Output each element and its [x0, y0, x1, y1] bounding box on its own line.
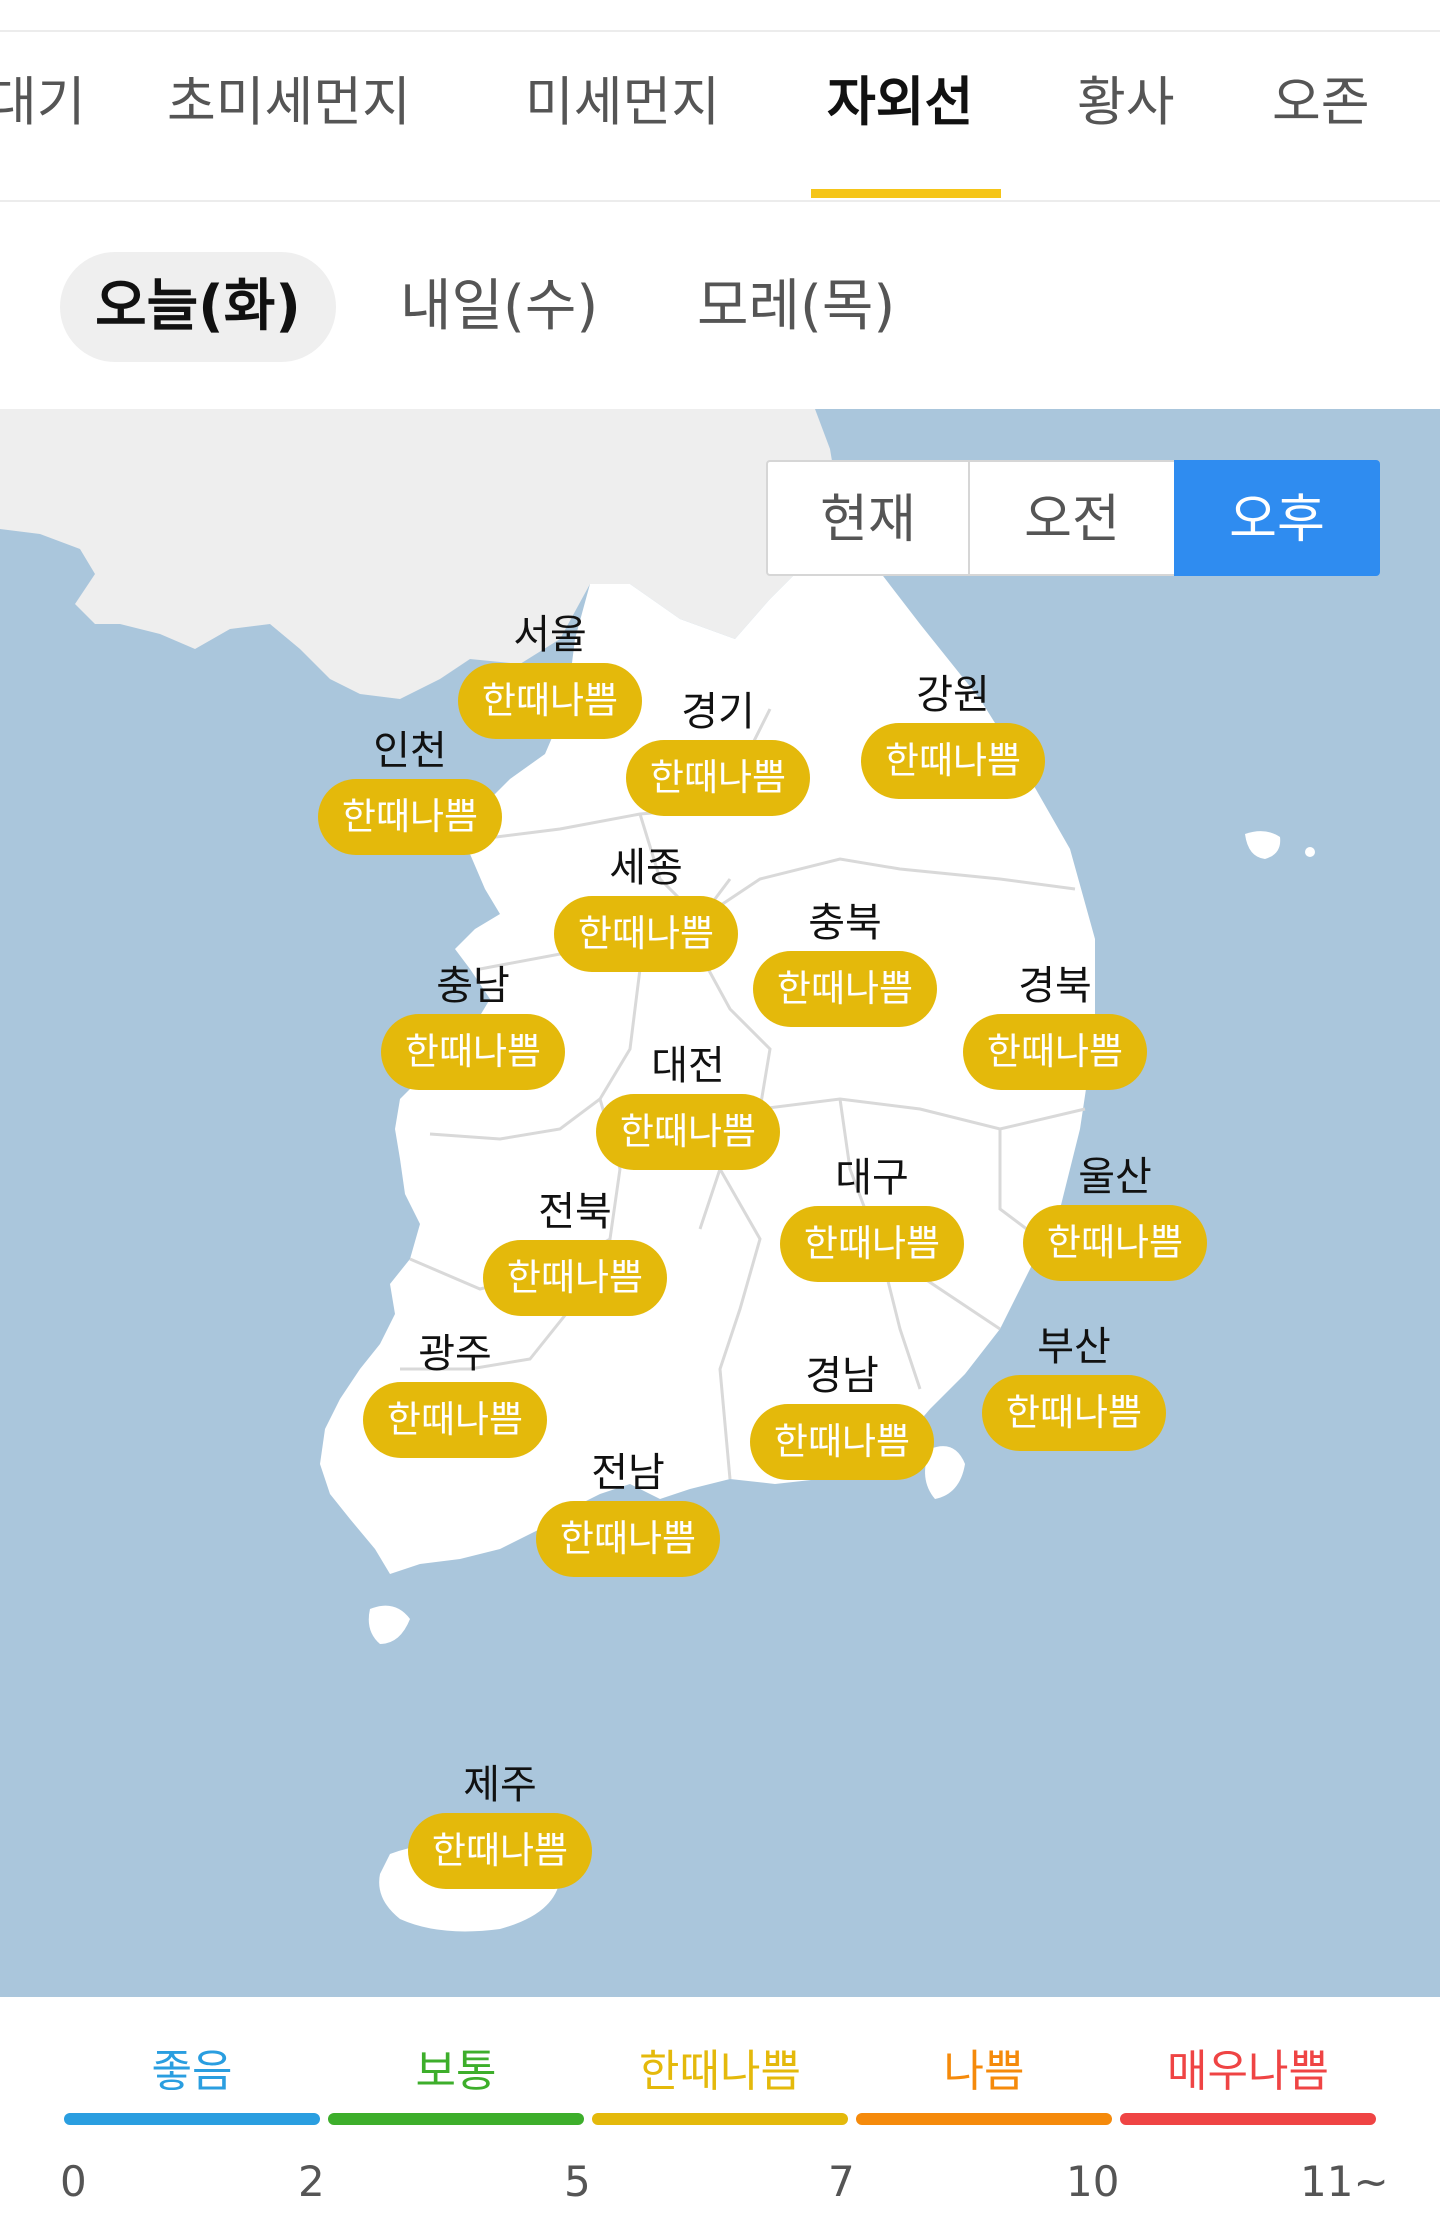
region-name: 대구	[835, 1155, 909, 1201]
region-daejeon[interactable]: 대전 한때나쁨	[596, 1042, 780, 1170]
legend-bar-bad	[856, 2113, 1112, 2125]
legend-bar-good	[64, 2113, 320, 2125]
active-tab-indicator	[811, 189, 1001, 198]
region-name: 경남	[805, 1353, 879, 1399]
region-incheon[interactable]: 인천 한때나쁨	[318, 727, 502, 855]
region-name: 전남	[591, 1450, 665, 1496]
region-ulsan[interactable]: 울산 한때나쁨	[1023, 1153, 1207, 1281]
tab-ultrafine-dust[interactable]: 초미세먼지	[167, 76, 411, 129]
region-status-badge: 한때나쁨	[408, 1813, 592, 1889]
legend-threshold: 7	[828, 2157, 855, 2206]
region-sejong[interactable]: 세종 한때나쁨	[554, 844, 738, 972]
region-name: 강원	[916, 672, 990, 718]
legend-threshold: 0	[60, 2157, 87, 2206]
region-name: 부산	[1037, 1324, 1111, 1370]
day-selector: 오늘(화) 내일(수) 모레(목)	[0, 202, 1440, 409]
region-seoul[interactable]: 서울 한때나쁨	[458, 611, 642, 739]
region-name: 광주	[418, 1331, 492, 1377]
legend-bar-sometimes-bad	[592, 2113, 848, 2125]
region-gyeongnam[interactable]: 경남 한때나쁨	[750, 1352, 934, 1480]
region-status-badge: 한때나쁨	[1023, 1205, 1207, 1281]
korea-map-svg	[0, 409, 1315, 1932]
time-morning-button[interactable]: 오전	[968, 460, 1176, 576]
day-after-tomorrow-button[interactable]: 모레(목)	[697, 252, 895, 362]
region-name: 울산	[1078, 1154, 1152, 1200]
region-status-badge: 한때나쁨	[483, 1240, 667, 1316]
time-now-button[interactable]: 현재	[766, 460, 970, 576]
legend-threshold: 11~	[1300, 2157, 1389, 2206]
region-name: 세종	[609, 845, 683, 891]
region-gangwon[interactable]: 강원 한때나쁨	[861, 671, 1045, 799]
region-busan[interactable]: 부산 한때나쁨	[982, 1323, 1166, 1451]
region-gyeonggi[interactable]: 경기 한때나쁨	[626, 688, 810, 816]
region-name: 경기	[681, 689, 755, 735]
region-name: 충남	[436, 963, 510, 1009]
region-name: 대전	[651, 1043, 725, 1089]
tab-ozone[interactable]: 오존	[1272, 76, 1370, 129]
region-chungnam[interactable]: 충남 한때나쁨	[381, 962, 565, 1090]
tab-uv[interactable]: 자외선	[827, 76, 973, 129]
region-name: 전북	[538, 1189, 612, 1235]
legend-label-good: 좋음	[151, 2046, 233, 2097]
region-name: 인천	[373, 728, 447, 774]
region-status-badge: 한때나쁨	[982, 1375, 1166, 1451]
region-status-badge: 한때나쁨	[861, 723, 1045, 799]
legend-threshold: 10	[1066, 2157, 1120, 2206]
region-gyeongbuk[interactable]: 경북 한때나쁨	[963, 962, 1147, 1090]
legend-label-very-bad: 매우나쁨	[1167, 2046, 1329, 2097]
region-status-badge: 한때나쁨	[554, 896, 738, 972]
region-name: 서울	[513, 612, 587, 658]
tab-fine-dust[interactable]: 미세먼지	[525, 76, 720, 129]
region-status-badge: 한때나쁨	[963, 1014, 1147, 1090]
region-status-badge: 한때나쁨	[381, 1014, 565, 1090]
tab-air[interactable]: 대기	[0, 76, 86, 129]
legend-threshold: 5	[564, 2157, 591, 2206]
region-daegu[interactable]: 대구 한때나쁨	[780, 1154, 964, 1282]
region-status-badge: 한때나쁨	[318, 779, 502, 855]
day-tomorrow-button[interactable]: 내일(수)	[400, 252, 598, 362]
ulleung-island	[1245, 831, 1281, 859]
region-name: 제주	[463, 1762, 537, 1808]
legend-label-normal: 보통	[415, 2046, 497, 2097]
region-name: 경북	[1018, 963, 1092, 1009]
region-status-badge: 한때나쁨	[780, 1206, 964, 1282]
uv-legend: 좋음 보통 한때나쁨 나쁨 매우나쁨 0 2 5 7 10 11~	[0, 1997, 1440, 2231]
jindo-island	[368, 1605, 410, 1644]
legend-threshold: 2	[298, 2157, 325, 2206]
region-chungbuk[interactable]: 충북 한때나쁨	[753, 899, 937, 1027]
legend-label-sometimes-bad: 한때나쁨	[639, 2046, 801, 2097]
dokdo-island	[1305, 847, 1315, 857]
region-status-badge: 한때나쁨	[750, 1404, 934, 1480]
tab-yellow-dust[interactable]: 황사	[1077, 76, 1175, 129]
legend-bar-very-bad	[1120, 2113, 1376, 2125]
region-jeonbuk[interactable]: 전북 한때나쁨	[483, 1188, 667, 1316]
category-tab-bar: 대기 초미세먼지 미세먼지 자외선 황사 오존	[0, 32, 1440, 202]
region-gwangju[interactable]: 광주 한때나쁨	[363, 1330, 547, 1458]
day-today-button[interactable]: 오늘(화)	[60, 252, 336, 362]
region-status-badge: 한때나쁨	[596, 1094, 780, 1170]
region-status-badge: 한때나쁨	[363, 1382, 547, 1458]
time-afternoon-button[interactable]: 오후	[1174, 460, 1380, 576]
legend-label-bad: 나쁨	[943, 2046, 1025, 2097]
region-name: 충북	[808, 900, 882, 946]
region-status-badge: 한때나쁨	[753, 951, 937, 1027]
region-status-badge: 한때나쁨	[626, 740, 810, 816]
legend-bar-normal	[328, 2113, 584, 2125]
uv-map: 현재 오전 오후 서울 한때나쁨 인천 한때나쁨 경기 한때나쁨 강원 한때나쁨…	[0, 409, 1440, 1997]
region-status-badge: 한때나쁨	[536, 1501, 720, 1577]
region-jeju[interactable]: 제주 한때나쁨	[408, 1761, 592, 1889]
region-jeonnam[interactable]: 전남 한때나쁨	[536, 1449, 720, 1577]
